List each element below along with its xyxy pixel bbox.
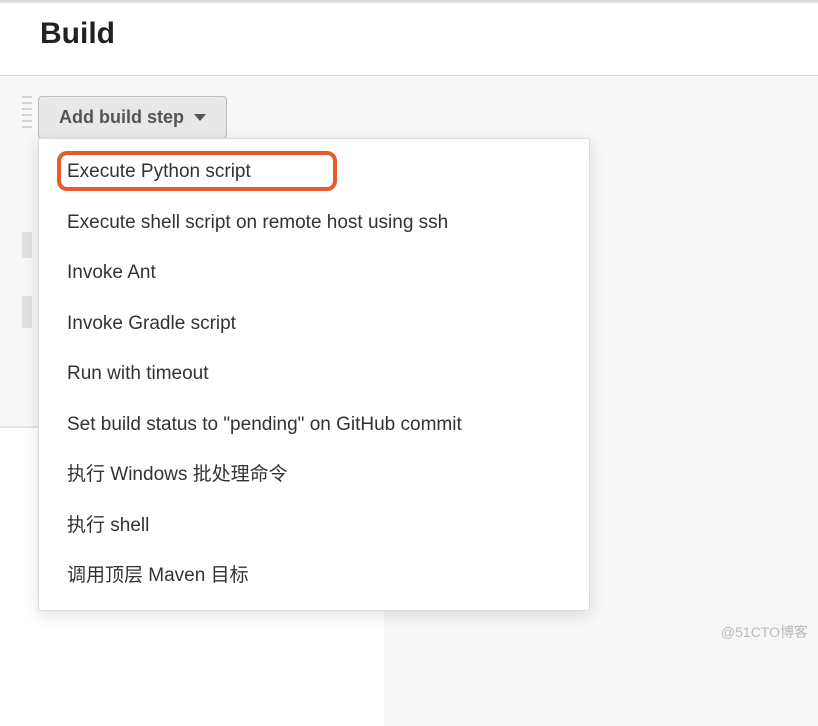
menu-item-label: 调用顶层 Maven 目标 xyxy=(67,565,249,586)
menu-item-label: Run with timeout xyxy=(67,363,209,384)
add-build-step-label: Add build step xyxy=(59,107,184,128)
add-build-step-button[interactable]: Add build step xyxy=(38,96,227,139)
menu-item-label: Invoke Ant xyxy=(67,262,156,283)
menu-item-github-pending-status[interactable]: Set build status to "pending" on GitHub … xyxy=(39,400,589,451)
menu-item-label: 执行 Windows 批处理命令 xyxy=(67,464,288,485)
section-header: Build xyxy=(0,1,818,75)
drag-handle-icon[interactable] xyxy=(22,96,32,132)
build-step-dropdown: Execute Python script Execute shell scri… xyxy=(38,138,590,611)
build-section: Build xyxy=(0,0,818,76)
menu-item-windows-batch[interactable]: 执行 Windows 批处理命令 xyxy=(39,450,589,501)
menu-item-label: 执行 shell xyxy=(67,515,149,536)
left-placeholder-2 xyxy=(22,296,32,328)
menu-item-maven-top-level[interactable]: 调用顶层 Maven 目标 xyxy=(39,551,589,602)
menu-item-run-with-timeout[interactable]: Run with timeout xyxy=(39,349,589,400)
menu-item-execute-python-script[interactable]: Execute Python script xyxy=(39,147,589,198)
caret-down-icon xyxy=(194,114,206,121)
menu-item-label: Execute shell script on remote host usin… xyxy=(67,212,448,233)
menu-item-label: Set build status to "pending" on GitHub … xyxy=(67,414,462,435)
menu-item-execute-shell-cn[interactable]: 执行 shell xyxy=(39,501,589,552)
left-placeholder-1 xyxy=(22,232,32,258)
section-body: Add build step Execute Python script Exe… xyxy=(0,76,818,576)
menu-item-label: Invoke Gradle script xyxy=(67,313,236,334)
section-title: Build xyxy=(40,17,818,51)
menu-item-invoke-ant[interactable]: Invoke Ant xyxy=(39,248,589,299)
menu-item-invoke-gradle[interactable]: Invoke Gradle script xyxy=(39,299,589,350)
watermark-text: @51CTO博客 xyxy=(721,622,808,642)
menu-item-execute-shell-remote[interactable]: Execute shell script on remote host usin… xyxy=(39,198,589,249)
menu-item-label: Execute Python script xyxy=(67,161,251,182)
